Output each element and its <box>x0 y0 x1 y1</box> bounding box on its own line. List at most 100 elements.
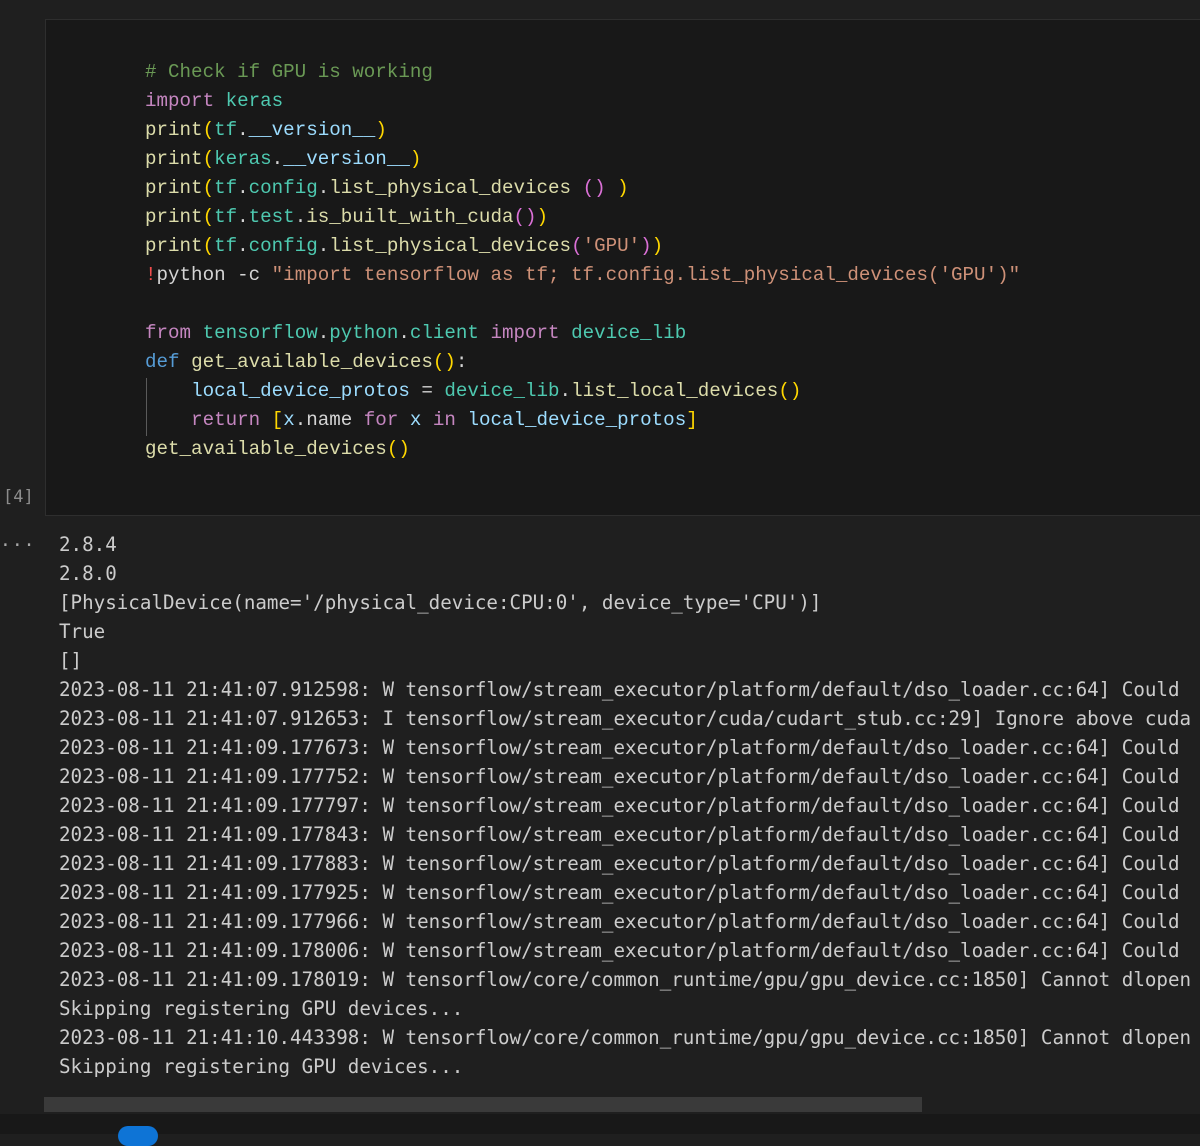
code-token: ! <box>145 264 157 286</box>
code-line[interactable]: from tensorflow.python.client import dev… <box>145 319 1020 348</box>
code-line[interactable]: import keras <box>145 87 1020 116</box>
output-line: 2023-08-11 21:41:09.177925: W tensorflow… <box>59 881 1180 904</box>
code-token: ( <box>571 235 583 257</box>
code-token: () <box>386 438 410 460</box>
code-token: for <box>363 409 399 431</box>
code-token: x <box>409 409 422 431</box>
code-token: ] <box>686 409 698 431</box>
code-line[interactable]: local_device_protos = device_lib.list_lo… <box>145 377 1020 406</box>
code-token: in <box>432 409 456 431</box>
code-token: ) <box>617 177 629 199</box>
code-token: . <box>237 206 249 228</box>
code-token: : <box>455 351 468 373</box>
code-token: . <box>237 235 249 257</box>
code-token: . <box>237 177 249 199</box>
bottom-strip <box>0 1114 1200 1134</box>
code-token: print <box>145 119 203 141</box>
code-token: .name <box>294 409 364 431</box>
code-token: client <box>409 322 479 344</box>
code-token: get_available_devices <box>145 438 387 460</box>
code-token: () <box>778 380 802 402</box>
code-token: . <box>559 380 572 402</box>
output-line: Skipping registering GPU devices... <box>59 997 464 1020</box>
horizontal-scrollbar[interactable] <box>44 1097 922 1112</box>
code-token: config <box>248 177 318 199</box>
code-token: keras <box>225 90 284 112</box>
indent-guide <box>146 378 147 436</box>
code-token: print <box>145 206 203 228</box>
code-token: () <box>582 177 606 199</box>
output-line: 2023-08-11 21:41:07.912653: I tensorflow… <box>59 707 1192 730</box>
code-token: is_built_with_cuda <box>306 206 514 228</box>
code-token: import <box>490 322 560 344</box>
code-token: print <box>145 148 203 170</box>
code-token: ( <box>202 235 215 257</box>
code-token: . <box>317 177 330 199</box>
code-cell[interactable]: # Check if GPU is working import keras pri… <box>45 19 1200 516</box>
output-line: 2023-08-11 21:41:09.177966: W tensorflow… <box>59 910 1180 933</box>
code-token: ) <box>409 148 422 170</box>
output-line: 2023-08-11 21:41:09.177673: W tensorflow… <box>59 736 1180 759</box>
code-token: . <box>317 322 330 344</box>
code-token: config <box>248 235 318 257</box>
code-token: __version__ <box>283 148 410 170</box>
code-token: python <box>329 322 399 344</box>
code-token: list_physical_devices <box>329 177 572 199</box>
code-editor[interactable]: # Check if GPU is working import keras pri… <box>145 58 1020 464</box>
code-token: ( <box>202 206 215 228</box>
code-line[interactable]: # Check if GPU is working <box>145 58 1020 87</box>
code-line[interactable]: print(tf.config.list_physical_devices('G… <box>145 232 1020 261</box>
code-token: 'GPU' <box>582 235 641 257</box>
code-line[interactable]: def get_available_devices(): <box>145 348 1020 377</box>
code-token: device_lib <box>571 322 687 344</box>
code-token: list_local_devices <box>571 380 779 402</box>
code-token: ( <box>202 119 215 141</box>
code-token: ( <box>202 148 215 170</box>
code-token: . <box>317 235 330 257</box>
code-token: device_lib <box>444 380 560 402</box>
code-token: x <box>283 409 295 431</box>
code-line[interactable]: get_available_devices() <box>145 435 1020 464</box>
execution-count: [4] <box>3 487 34 507</box>
output-line: 2023-08-11 21:41:09.178019: W tensorflow… <box>59 968 1192 991</box>
code-token: ) <box>640 235 652 257</box>
code-token: ) <box>375 119 387 141</box>
output-line: Skipping registering GPU devices... <box>59 1055 464 1078</box>
output-line: 2023-08-11 21:41:07.912598: W tensorflow… <box>59 678 1180 701</box>
code-token: tf <box>214 119 238 141</box>
code-token: # Check if GPU is working <box>145 61 433 83</box>
code-token: tf <box>214 206 238 228</box>
output-menu-icon[interactable]: ... <box>0 530 36 551</box>
code-line[interactable]: print(tf.test.is_built_with_cuda()) <box>145 203 1020 232</box>
code-token: local_device_protos <box>467 409 687 431</box>
code-line[interactable]: return [x.name for x in local_device_pro… <box>145 406 1020 435</box>
code-line[interactable]: print(tf.__version__) <box>145 116 1020 145</box>
output-line: True <box>59 620 106 643</box>
code-token: print <box>145 235 203 257</box>
code-line[interactable] <box>145 290 1020 319</box>
code-token: . <box>398 322 410 344</box>
code-token: test <box>248 206 295 228</box>
code-line[interactable]: print(tf.config.list_physical_devices ()… <box>145 174 1020 203</box>
code-token: from <box>145 322 192 344</box>
output-line: [] <box>59 649 83 672</box>
code-token: . <box>294 206 307 228</box>
code-token: "import tensorflow as tf; tf.config.list… <box>271 264 1021 286</box>
output-line: [PhysicalDevice(name='/physical_device:C… <box>59 591 822 614</box>
code-token: list_physical_devices <box>329 235 572 257</box>
code-token: import <box>145 90 215 112</box>
output-line: 2023-08-11 21:41:09.178006: W tensorflow… <box>59 939 1180 962</box>
code-token: ( <box>202 177 215 199</box>
code-token: get_available_devices <box>191 351 433 373</box>
code-line[interactable]: !python -c "import tensorflow as tf; tf.… <box>145 261 1020 290</box>
code-token: () <box>432 351 456 373</box>
code-token: . <box>271 148 284 170</box>
code-line[interactable]: print(keras.__version__) <box>145 145 1020 174</box>
